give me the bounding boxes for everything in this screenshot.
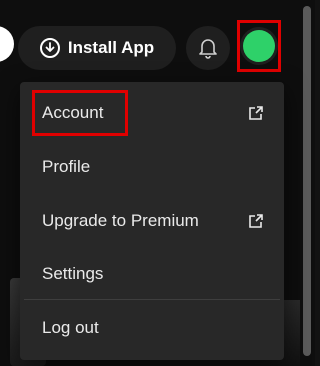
notifications-button[interactable] (186, 26, 230, 70)
menu-item-account[interactable]: Account (20, 88, 284, 138)
menu-item-logout[interactable]: Log out (20, 303, 284, 353)
external-link-icon (249, 214, 263, 228)
menu-item-label: Profile (42, 157, 91, 176)
profile-avatar-button[interactable] (237, 20, 281, 72)
external-link-icon (249, 106, 263, 120)
menu-item-label: Settings (42, 264, 104, 283)
menu-item-settings[interactable]: Settings (20, 249, 284, 299)
install-app-button[interactable]: Install App (18, 26, 176, 70)
avatar (243, 30, 275, 62)
nav-button[interactable] (0, 26, 14, 62)
menu-item-label: Account (42, 103, 104, 122)
menu-item-label: Upgrade to Premium (42, 211, 199, 230)
menu-item-upgrade[interactable]: Upgrade to Premium (20, 196, 284, 246)
menu-item-label: Log out (42, 318, 99, 337)
download-circle-icon (39, 38, 60, 58)
menu-divider (24, 299, 280, 300)
bell-icon (199, 39, 217, 59)
scrollbar[interactable] (303, 6, 311, 356)
menu-item-profile[interactable]: Profile (20, 142, 284, 192)
app-window: Install App Account Profile Upgrade to P… (0, 0, 315, 366)
profile-dropdown-menu: Account Profile Upgrade to Premium Setti… (20, 82, 284, 360)
install-app-label: Install App (67, 38, 155, 57)
